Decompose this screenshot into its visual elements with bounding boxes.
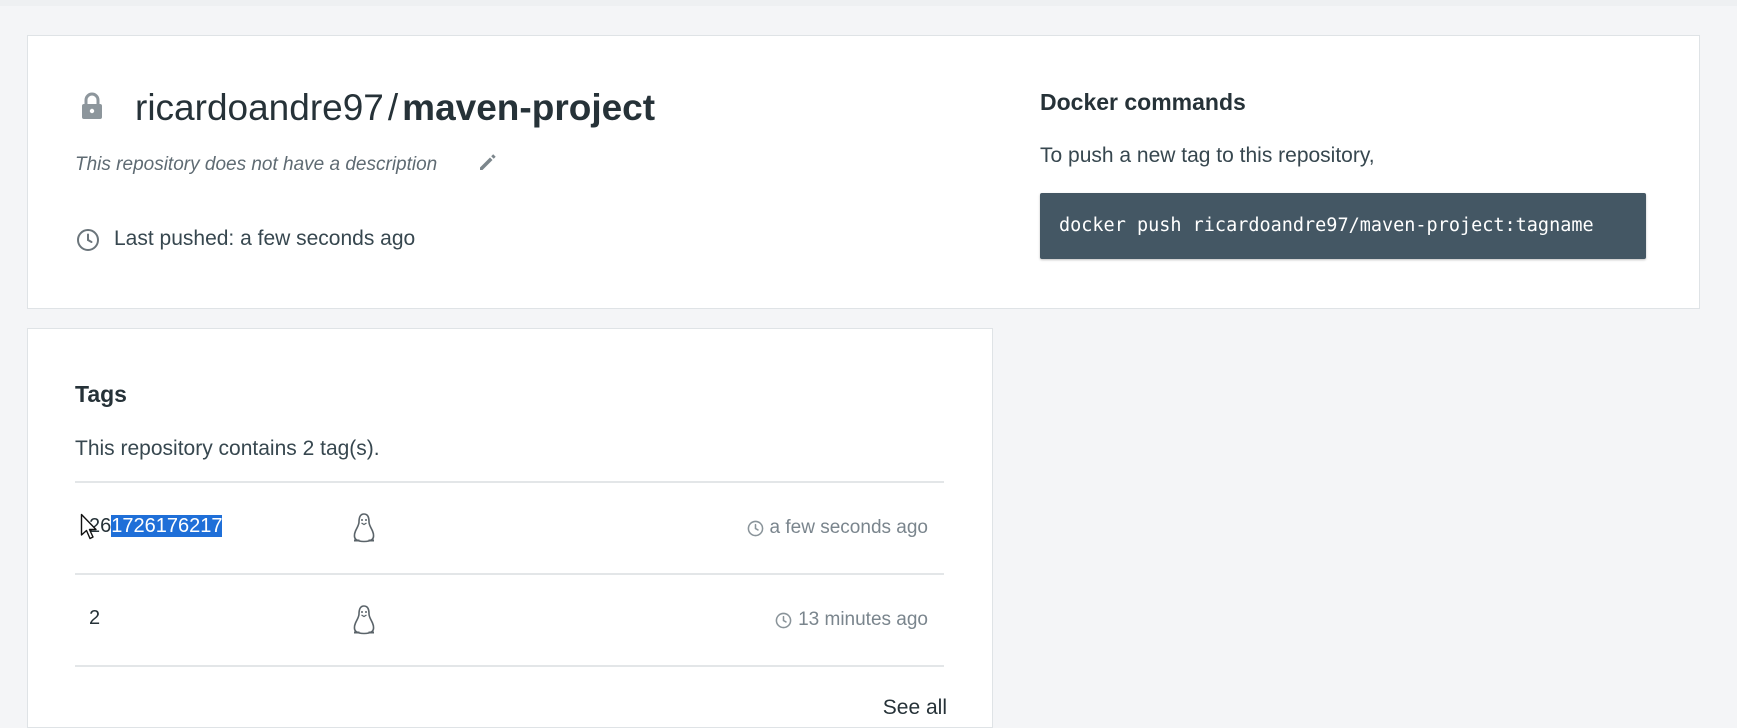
mouse-cursor-icon (80, 513, 97, 540)
tags-card: Tags This repository contains 2 tag(s). … (27, 328, 993, 728)
clock-icon (775, 612, 792, 628)
tag-time: a few seconds ago (747, 517, 928, 539)
repository-info-card: ricardoandre97/maven-project This reposi… (27, 35, 1700, 309)
repository-title-separator: / (387, 87, 399, 128)
lock-icon (82, 92, 102, 119)
clock-icon (77, 229, 99, 251)
top-strip (0, 0, 1737, 6)
repository-owner-link[interactable]: ricardoandre97 (135, 87, 384, 128)
tag-name[interactable]: 2 (89, 607, 100, 630)
docker-commands-heading: Docker commands (1040, 89, 1246, 115)
linux-icon (353, 513, 375, 543)
edit-icon[interactable] (477, 151, 499, 173)
tag-time-text: 13 minutes ago (798, 609, 928, 630)
clock-icon (747, 520, 763, 536)
see-all-link[interactable]: See all (883, 696, 947, 720)
tags-heading: Tags (75, 381, 127, 407)
repository-description: This repository does not have a descript… (75, 154, 438, 175)
tag-name-selected-text: 1726176217 (111, 515, 223, 537)
tag-name[interactable]: 261726176217 (89, 515, 223, 538)
repository-name: maven-project (402, 87, 656, 128)
tags-summary: This repository contains 2 tag(s). (75, 437, 380, 460)
tag-divider (75, 665, 944, 667)
linux-icon (353, 605, 375, 635)
tag-time: 13 minutes ago (775, 609, 928, 631)
last-pushed-text: Last pushed: a few seconds ago (114, 227, 416, 250)
docker-commands-hint: To push a new tag to this repository, (1040, 144, 1375, 167)
tag-row[interactable]: 261726176217 a few seconds ago (75, 483, 944, 573)
docker-push-command[interactable]: docker push ricardoandre97/maven-project… (1040, 193, 1646, 259)
tag-name-text: 2 (89, 607, 101, 629)
repository-title: ricardoandre97/maven-project (135, 86, 655, 130)
tag-row[interactable]: 2 13 minutes ago (75, 575, 944, 665)
tag-time-text: a few seconds ago (769, 517, 928, 538)
